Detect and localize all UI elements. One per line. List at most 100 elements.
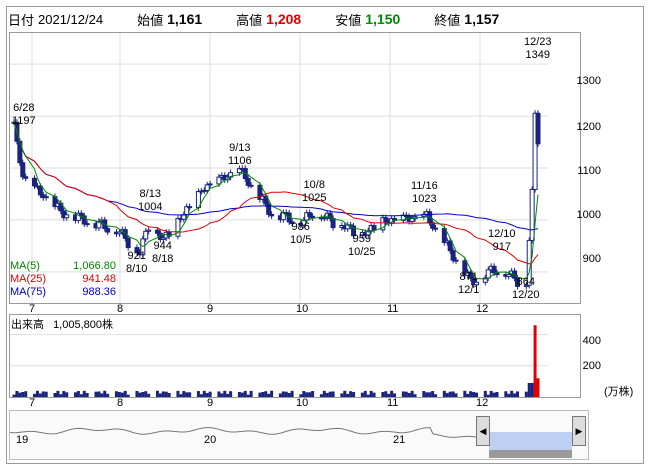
- volume-bar: [103, 390, 107, 397]
- volume-bar: [56, 390, 60, 397]
- volume-bar: [12, 394, 16, 397]
- volume-bar: [237, 391, 241, 397]
- annotation-low-12-1: 871 12/1: [458, 271, 480, 296]
- volume-bar: [223, 390, 227, 397]
- volume-bar: [179, 394, 183, 397]
- volume-bar: [422, 391, 426, 397]
- candle-body: [84, 223, 90, 226]
- annotation-high-9-13: 9/13 1106: [228, 142, 252, 167]
- candle-body: [269, 213, 275, 217]
- volume-bar: [155, 390, 159, 397]
- candle-body: [31, 177, 37, 187]
- volume-bar: [463, 390, 467, 397]
- volume-bar: [451, 391, 455, 397]
- candle-body: [146, 229, 152, 232]
- low-value: 1,150: [365, 11, 401, 27]
- right-arrow-icon: ▶: [575, 426, 583, 436]
- navigator-left-handle[interactable]: ◀: [476, 416, 490, 446]
- ma75-label: MA(75): [10, 286, 47, 298]
- volume-bar: [434, 394, 438, 397]
- candle-body: [43, 196, 49, 199]
- volume-bar: [363, 390, 367, 397]
- volume-bar: [510, 390, 514, 397]
- volume-bar: [41, 391, 45, 397]
- ohlc-header: 日付 2021/12/24 始値 1,161 高値 1,208 安値 1,150…: [8, 8, 499, 30]
- candle-body: [450, 250, 456, 261]
- volume-bar: [340, 393, 344, 397]
- volume-bar: [454, 393, 458, 397]
- volume-bar: [182, 391, 186, 397]
- volume-bar: [319, 394, 323, 397]
- volume-bar: [185, 392, 189, 397]
- nav-year-19: 19: [16, 434, 29, 446]
- navigator-right-handle[interactable]: ▶: [572, 416, 586, 446]
- volume-bar: [144, 391, 148, 397]
- volume-bar: [167, 393, 171, 397]
- volume-bar: [15, 390, 19, 397]
- volume-bar: [284, 391, 288, 397]
- candle-body: [383, 217, 389, 223]
- candle-body: [453, 259, 459, 262]
- ma5-line: [13, 122, 539, 280]
- candle-body: [310, 215, 316, 219]
- close-value: 1,157: [464, 11, 500, 27]
- annotation-high-8-13: 8/13 1004: [138, 188, 163, 213]
- volume-bar: [73, 392, 77, 397]
- candle-body: [143, 230, 149, 240]
- price-tick-1300: 1300: [576, 75, 601, 87]
- close-label: 終値: [434, 12, 461, 28]
- ma25-row: MA(25) 941.48: [10, 273, 116, 286]
- volume-bar: [65, 392, 69, 397]
- volume-bar: [199, 394, 203, 397]
- volume-bar: [202, 390, 206, 397]
- volume-title-label: 出来高: [11, 319, 44, 331]
- candle-body: [37, 185, 43, 196]
- candle-body: [125, 237, 131, 249]
- candle-body: [64, 214, 70, 219]
- volume-bar: [533, 325, 537, 397]
- volume-bar: [141, 391, 145, 397]
- volume-bar: [270, 390, 274, 397]
- volume-bar: [325, 393, 329, 397]
- volume-tick-400: 400: [582, 335, 601, 347]
- volume-bar: [495, 391, 499, 397]
- volume-bar: [328, 391, 332, 397]
- volume-bar: [53, 393, 57, 397]
- vol-month-label-11: 11: [387, 397, 399, 409]
- volume-bar: [24, 391, 28, 397]
- volume-bar: [513, 393, 517, 397]
- volume-bar: [258, 392, 262, 397]
- navigator-scrollbar[interactable]: [489, 450, 572, 458]
- volume-bar: [164, 391, 168, 397]
- volume-bar: [243, 390, 247, 397]
- annotation-high-12-10: 12/10 917: [488, 228, 516, 253]
- volume-bar: [249, 390, 253, 397]
- volume-bar: [82, 390, 86, 397]
- navigator-range[interactable]: [489, 432, 572, 452]
- volume-bar: [278, 393, 282, 397]
- annotation-low-8-18: 944 8/18: [152, 240, 174, 265]
- volume-bar: [469, 391, 473, 397]
- date-value: 2021/12/24: [38, 11, 104, 27]
- volume-bar: [425, 392, 429, 397]
- ma25-value: 941.48: [82, 273, 116, 285]
- volume-bar: [188, 392, 192, 397]
- volume-bar: [59, 394, 63, 397]
- candle-body: [207, 183, 213, 186]
- volume-bar: [21, 391, 25, 397]
- volume-bar: [35, 390, 39, 397]
- volume-bar: [331, 391, 335, 397]
- nav-year-21: 21: [393, 434, 406, 446]
- nav-year-20: 20: [204, 434, 217, 446]
- volume-bar: [311, 391, 315, 397]
- annotation-low-8-10: 921 8/10: [126, 250, 148, 275]
- candle-body: [17, 140, 23, 164]
- volume-bar: [530, 382, 534, 397]
- volume-bar: [147, 393, 151, 397]
- volume-bar: [135, 390, 139, 397]
- annotation-high-6-28: 6/28 1197: [12, 102, 36, 127]
- volume-bar: [281, 391, 285, 397]
- volume-bar: [38, 393, 42, 397]
- volume-bar: [492, 392, 496, 397]
- volume-bar: [44, 391, 48, 397]
